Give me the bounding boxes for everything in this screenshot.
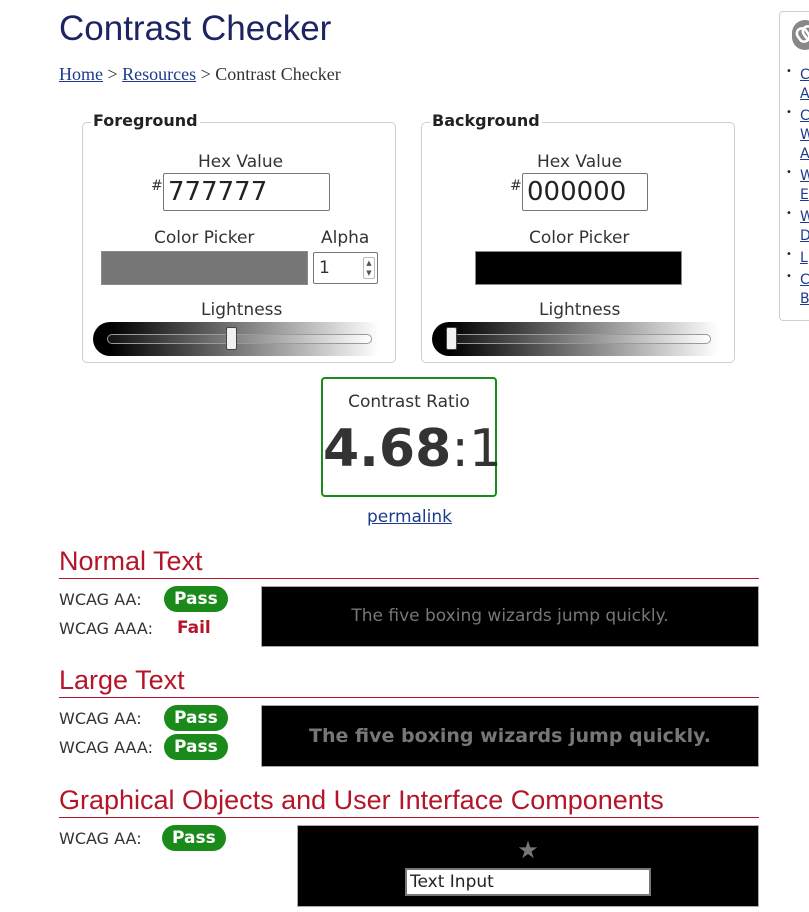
background-hash-symbol: # <box>510 178 522 194</box>
contrast-ratio-number: 4.68 <box>323 419 452 479</box>
normal-text-heading: Normal Text <box>59 544 759 579</box>
graphics-aa-label: WCAG AA: <box>59 829 142 848</box>
foreground-color-picker[interactable] <box>101 251 308 285</box>
sample-text-input[interactable]: Text Input <box>405 868 651 896</box>
bullet-icon: • <box>786 271 792 282</box>
bullet-icon: • <box>786 249 792 260</box>
large-text-heading: Large Text <box>59 663 759 698</box>
foreground-lightness-label: Lightness <box>201 300 283 320</box>
graphics-heading: Graphical Objects and User Interface Com… <box>59 783 759 818</box>
background-lightness-slider[interactable] <box>432 322 725 356</box>
foreground-alpha-input[interactable]: 1 ▲ ▼ <box>313 252 378 284</box>
slider-thumb[interactable] <box>446 327 457 350</box>
slider-track <box>107 334 372 344</box>
sidebar-link-text: L <box>800 250 808 266</box>
background-lightness-label: Lightness <box>539 300 621 320</box>
background-hex-input[interactable]: 000000 <box>522 173 648 211</box>
bullet-icon: • <box>786 167 792 178</box>
foreground-hex-label: Hex Value <box>198 152 284 172</box>
sidebar-link[interactable]: L <box>800 249 808 268</box>
bullet-icon: • <box>786 208 792 219</box>
large-aaa-status-badge: Pass <box>164 734 228 760</box>
star-icon: ★ <box>517 836 539 864</box>
large-aaa-label: WCAG AAA: <box>59 738 153 757</box>
foreground-fieldset: Foreground Hex Value # 777777 Color Pick… <box>82 111 396 363</box>
sidebar-link-text: C <box>800 108 809 124</box>
foreground-legend: Foreground <box>91 111 200 130</box>
sidebar-panel: • C A • C W A • W E • W D • L • C B <box>779 11 809 321</box>
background-hex-label: Hex Value <box>537 152 623 172</box>
contrast-ratio-box: Contrast Ratio 4.68:1 <box>321 377 502 497</box>
normal-aa-label: WCAG AA: <box>59 590 142 609</box>
sidebar-link-text: D <box>800 228 809 244</box>
graphics-aa-status-badge: Pass <box>162 825 226 851</box>
background-legend: Background <box>430 111 542 130</box>
contrast-ratio-suffix: :1 <box>451 419 502 479</box>
background-color-picker-label: Color Picker <box>529 228 630 248</box>
background-fieldset: Background Hex Value # 000000 Color Pick… <box>421 111 735 363</box>
foreground-hash-symbol: # <box>151 178 163 194</box>
foreground-alpha-label: Alpha <box>321 228 370 248</box>
sidebar-link-text: B <box>800 291 809 307</box>
sidebar-link-text: W <box>800 168 809 184</box>
large-aa-status-badge: Pass <box>164 705 228 731</box>
graphics-sample: ★ Text Input <box>297 825 759 907</box>
sidebar-link-text: A <box>800 86 809 102</box>
bullet-icon: • <box>786 66 792 77</box>
sidebar-link[interactable]: CA <box>800 66 809 104</box>
breadcrumb-separator: > <box>107 64 118 84</box>
link-icon <box>792 20 809 50</box>
permalink-link[interactable]: permalink <box>367 507 452 527</box>
breadcrumb-separator: > <box>200 64 211 84</box>
slider-thumb[interactable] <box>226 327 238 350</box>
sidebar-link-text: W <box>800 209 809 225</box>
breadcrumb-home-link[interactable]: Home <box>59 64 103 84</box>
sidebar-link-text: W <box>800 127 809 143</box>
breadcrumb-resources-link[interactable]: Resources <box>122 64 196 84</box>
sidebar-link-text: C <box>800 67 809 83</box>
foreground-lightness-slider[interactable] <box>93 322 386 356</box>
sidebar-link[interactable]: CWA <box>800 107 809 164</box>
foreground-hex-input[interactable]: 777777 <box>163 173 330 211</box>
foreground-alpha-value: 1 <box>319 258 330 278</box>
sidebar-link-text: A <box>800 146 809 162</box>
normal-aaa-label: WCAG AAA: <box>59 619 153 638</box>
contrast-ratio-value: 4.68:1 <box>323 419 502 479</box>
contrast-ratio-label: Contrast Ratio <box>348 392 470 412</box>
foreground-color-picker-label: Color Picker <box>154 228 255 248</box>
breadcrumb: Home > Resources > Contrast Checker <box>59 64 341 85</box>
breadcrumb-current: Contrast Checker <box>215 64 341 84</box>
page-title: Contrast Checker <box>59 9 332 48</box>
bullet-icon: • <box>786 107 792 118</box>
sidebar-link[interactable]: WD <box>800 208 809 246</box>
background-color-picker[interactable] <box>475 251 682 285</box>
slider-track <box>446 334 711 344</box>
large-text-sample: The five boxing wizards jump quickly. <box>261 705 759 767</box>
normal-aa-status-badge: Pass <box>164 586 228 612</box>
sidebar-link[interactable]: WE <box>800 167 809 205</box>
alpha-spinner-icon[interactable]: ▲ ▼ <box>363 257 375 279</box>
sidebar-link-text: E <box>800 187 809 203</box>
large-aa-label: WCAG AA: <box>59 709 142 728</box>
normal-aaa-status-badge: Fail <box>177 618 211 638</box>
sidebar-link[interactable]: CB <box>800 271 809 309</box>
sidebar-link-text: C <box>800 272 809 288</box>
normal-text-sample: The five boxing wizards jump quickly. <box>261 586 759 647</box>
